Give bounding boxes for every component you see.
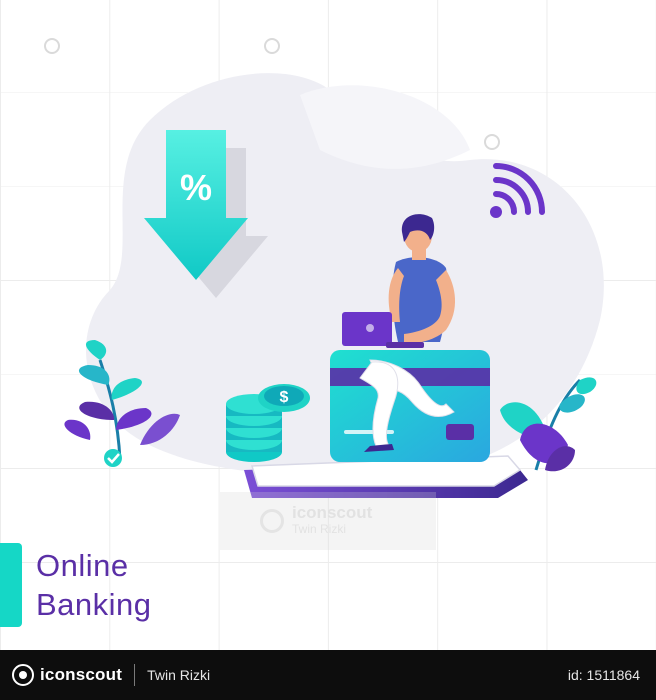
checkmark-icon — [104, 449, 122, 467]
title-line-2: Banking — [36, 587, 152, 622]
coin-dollar-symbol: $ — [280, 389, 289, 406]
watermark-logo-icon — [260, 509, 284, 533]
footer-brand-link[interactable]: iconscout — [12, 664, 122, 686]
footer-brand-name: iconscout — [40, 665, 123, 684]
footer-author-link[interactable]: Twin Rizki — [147, 667, 210, 683]
footer-divider — [134, 664, 136, 686]
title-line-1: Online — [36, 548, 129, 583]
page-title: Online Banking — [36, 546, 152, 624]
footer-asset-id: id: 1511864 — [567, 667, 640, 683]
watermark: iconscout Twin Rizki — [220, 492, 436, 550]
title-accent-bar — [0, 543, 22, 627]
iconscout-logo-icon — [12, 664, 34, 686]
watermark-brand: iconscout — [292, 503, 373, 522]
watermark-author: Twin Rizki — [292, 522, 347, 536]
credit-card-icon — [330, 350, 490, 462]
footer-bar: iconscout Twin Rizki id: 1511864 — [0, 650, 656, 700]
percent-symbol: % — [180, 167, 212, 208]
